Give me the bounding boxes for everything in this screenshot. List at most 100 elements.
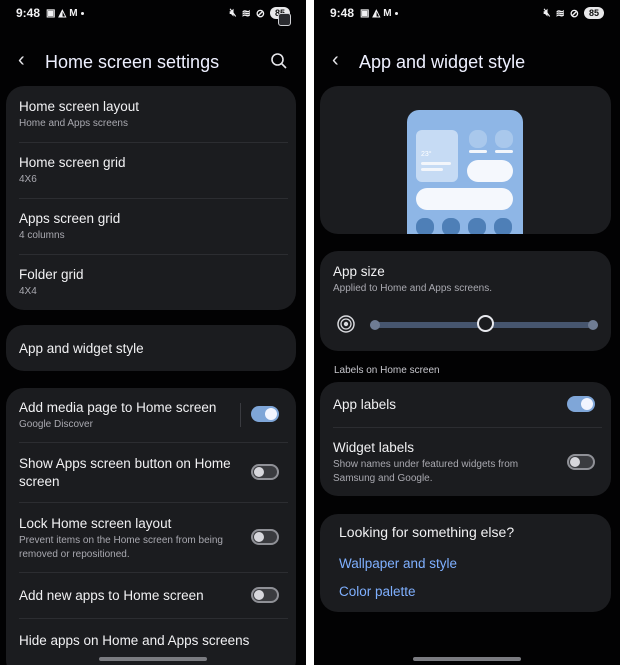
- divider: [19, 502, 288, 503]
- apps-screen-grid-item[interactable]: Apps screen grid 4 columns: [19, 210, 288, 243]
- app-size-title: App size: [333, 264, 385, 279]
- status-time: 9:48: [16, 6, 41, 20]
- divider: [19, 572, 288, 573]
- app-size-subtitle: Applied to Home and Apps screens.: [333, 283, 492, 294]
- photos-icon: ◭: [58, 7, 67, 19]
- slider-step-max: [588, 320, 598, 330]
- app-size-header: App size Applied to Home and Apps screen…: [333, 263, 602, 296]
- hide-apps-item[interactable]: Hide apps on Home and Apps screens: [19, 632, 288, 650]
- wallpaper-and-style-link[interactable]: Wallpaper and style: [339, 556, 457, 571]
- app-labels-toggle[interactable]: [567, 396, 595, 412]
- back-icon[interactable]: ‹: [18, 50, 25, 70]
- preview-search-pill: [467, 160, 513, 182]
- mail-icon: M: [383, 7, 392, 19]
- item-title: Add new apps to Home screen: [19, 588, 204, 603]
- preview-dock-icon: [442, 218, 460, 234]
- wifi-icon: ≋: [241, 7, 251, 20]
- mute-icon: 🔇︎: [229, 6, 237, 19]
- preview-temperature: 23°: [421, 151, 432, 158]
- color-palette-link[interactable]: Color palette: [339, 584, 416, 599]
- show-apps-button-item[interactable]: Show Apps screen button on Home screen: [19, 455, 236, 491]
- item-subtitle: 4X4: [19, 286, 37, 297]
- search-icon[interactable]: [270, 52, 288, 70]
- item-title: Show Apps screen button on Home screen: [19, 456, 231, 489]
- item-title: Home screen grid: [19, 155, 126, 170]
- app-widget-style-label-row: App and widget style: [19, 340, 288, 358]
- gallery-icon: ▣: [46, 7, 56, 19]
- preview-app-icon: [495, 130, 513, 148]
- separator: [240, 403, 241, 427]
- preview-label-line: [469, 150, 487, 153]
- home-screen-layout-item[interactable]: Home screen layout Home and Apps screens: [19, 98, 288, 131]
- preview-dock-icon: [468, 218, 486, 234]
- preview-app-icon: [469, 130, 487, 148]
- add-media-page-toggle[interactable]: [251, 406, 279, 422]
- app-widget-style-screen: 9:48 ▣ ◭ M 🔇︎ ≋ ⊘ 85 ‹ App and widget st…: [314, 0, 620, 665]
- show-apps-button-toggle[interactable]: [251, 464, 279, 480]
- add-new-apps-toggle[interactable]: [251, 587, 279, 603]
- preview-line: [421, 168, 443, 171]
- divider: [19, 442, 288, 443]
- preview-dock-icon: [416, 218, 434, 234]
- divider: [19, 198, 288, 199]
- app-widget-style-label: App and widget style: [19, 341, 144, 356]
- app-size-slider-thumb[interactable]: [477, 315, 494, 332]
- item-subtitle: 4X6: [19, 174, 37, 185]
- home-screen-grid-item[interactable]: Home screen grid 4X6: [19, 154, 288, 187]
- expand-icon[interactable]: [278, 13, 291, 26]
- photos-icon: ◭: [372, 7, 381, 19]
- add-new-apps-item[interactable]: Add new apps to Home screen: [19, 587, 236, 605]
- dnd-icon: ⊘: [255, 7, 265, 20]
- looking-title: Looking for something else?: [339, 524, 515, 540]
- item-subtitle: Home and Apps screens: [19, 118, 128, 129]
- item-title: Home screen layout: [19, 99, 140, 114]
- notification-icons: ▣ ◭ M: [46, 8, 84, 19]
- app-size-icon: [337, 315, 355, 333]
- app-bar: ‹ Home screen settings: [0, 44, 306, 78]
- gesture-bar[interactable]: [99, 657, 207, 661]
- wifi-icon: ≋: [555, 7, 565, 20]
- item-title: Lock Home screen layout: [19, 516, 172, 531]
- mail-icon: M: [69, 7, 78, 19]
- dnd-icon: ⊘: [569, 7, 579, 20]
- divider: [19, 618, 288, 619]
- gesture-bar[interactable]: [413, 657, 521, 661]
- battery-icon: 85: [584, 7, 604, 19]
- page-title: App and widget style: [359, 52, 526, 72]
- home-screen-settings-screen: 9:48 ▣ ◭ M 🔇︎ ≋ ⊘ 85 ‹ Home screen setti…: [0, 0, 306, 665]
- status-time: 9:48: [330, 6, 355, 20]
- folder-grid-item[interactable]: Folder grid 4X4: [19, 266, 288, 299]
- more-notifications-icon: [80, 11, 84, 15]
- app-labels-item[interactable]: App labels: [333, 396, 550, 414]
- item-title: App labels: [333, 397, 397, 412]
- item-title: Apps screen grid: [19, 211, 121, 226]
- slider-step-min: [370, 320, 380, 330]
- back-icon[interactable]: ‹: [332, 50, 339, 70]
- item-title: Hide apps on Home and Apps screens: [19, 633, 250, 648]
- item-subtitle: Google Discover: [19, 419, 93, 430]
- item-title: Folder grid: [19, 267, 84, 282]
- page-title: Home screen settings: [45, 52, 220, 72]
- notification-icons: ▣ ◭ M: [360, 8, 398, 19]
- divider: [19, 254, 288, 255]
- item-subtitle: 4 columns: [19, 230, 65, 241]
- preview-search-bar: [416, 188, 513, 210]
- add-media-page-item[interactable]: Add media page to Home screen Google Dis…: [19, 399, 236, 432]
- lock-layout-toggle[interactable]: [251, 529, 279, 545]
- divider: [19, 142, 288, 143]
- lock-layout-item[interactable]: Lock Home screen layout Prevent items on…: [19, 515, 236, 562]
- item-subtitle: Prevent items on the Home screen from be…: [19, 535, 223, 560]
- widget-labels-item[interactable]: Widget labels Show names under featured …: [333, 439, 550, 486]
- widget-labels-toggle[interactable]: [567, 454, 595, 470]
- preview-dock-icon: [494, 218, 512, 234]
- app-bar: ‹ App and widget style: [314, 44, 620, 78]
- home-screen-preview: 23°: [407, 110, 523, 234]
- labels-section-header: Labels on Home screen: [334, 365, 440, 376]
- preview-line: [421, 162, 451, 165]
- item-subtitle: Show names under featured widgets from S…: [333, 459, 519, 484]
- item-title: Add media page to Home screen: [19, 400, 217, 415]
- more-notifications-icon: [394, 11, 398, 15]
- status-bar: 9:48 ▣ ◭ M 🔇︎ ≋ ⊘ 85: [0, 0, 306, 26]
- item-title: Widget labels: [333, 440, 415, 455]
- mute-icon: 🔇︎: [543, 6, 551, 19]
